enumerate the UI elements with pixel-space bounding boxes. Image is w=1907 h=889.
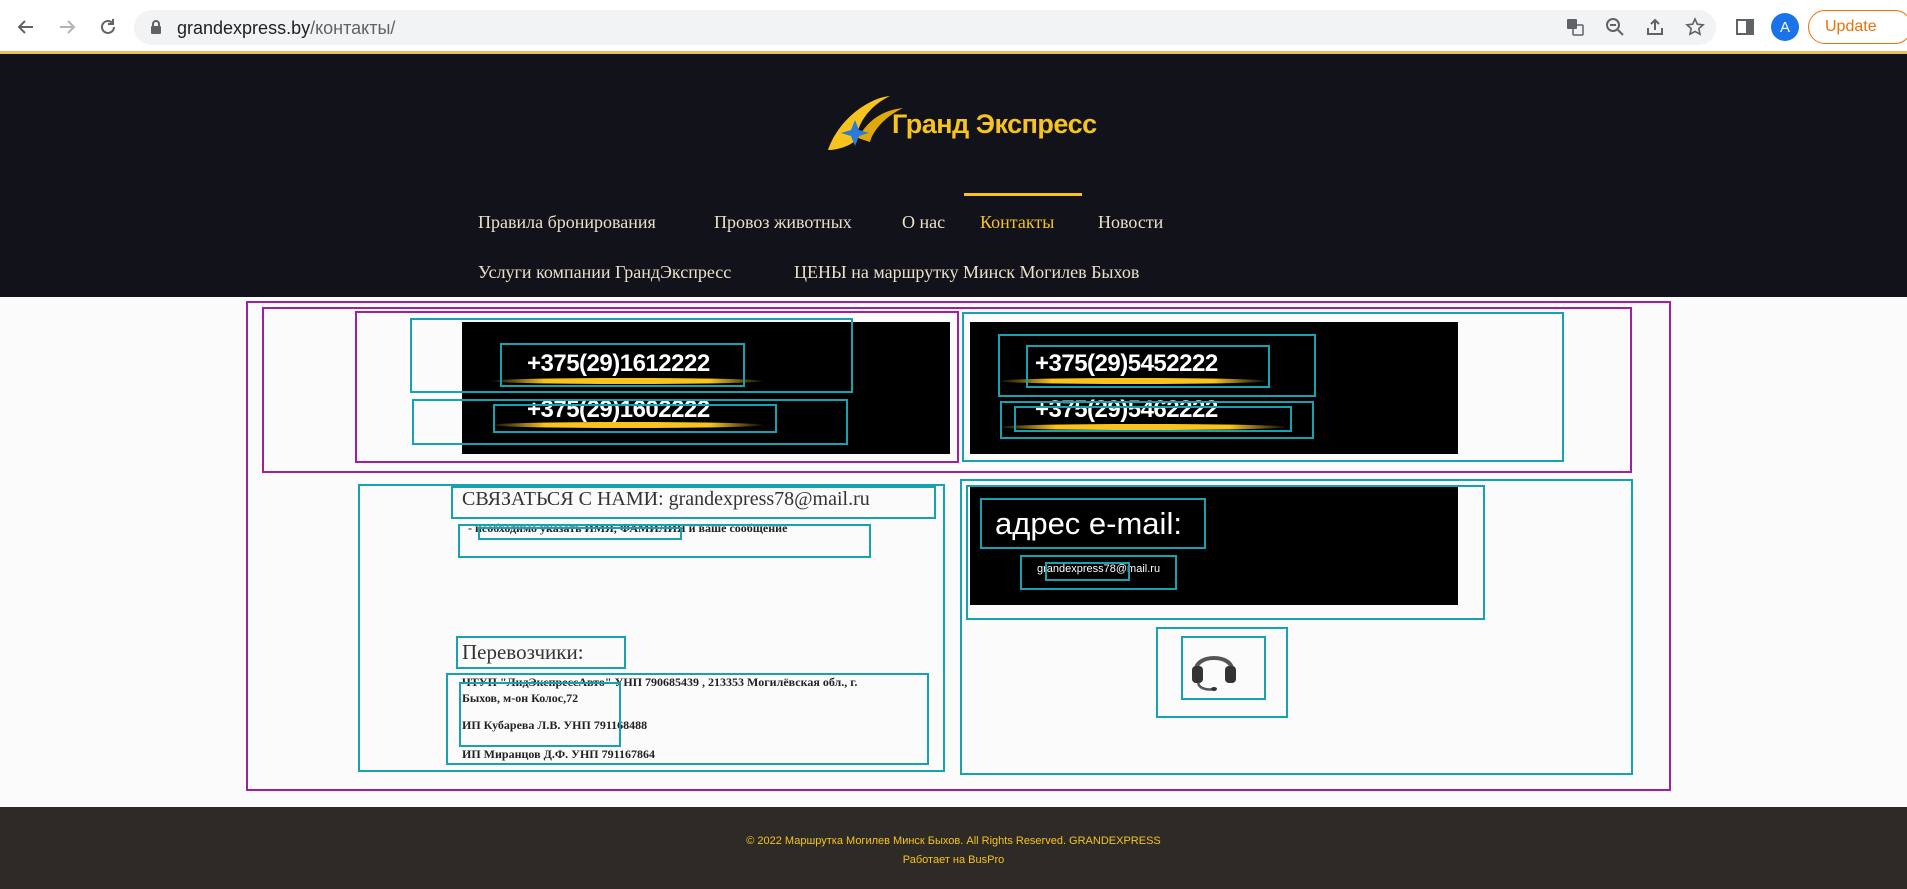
lock-icon[interactable] [150,20,162,40]
nav-item-about[interactable]: О нас [902,212,945,233]
active-menu-indicator [964,193,1082,196]
email-title-outline [980,498,1206,549]
update-button[interactable]: Update [1808,10,1907,44]
logo-text[interactable]: Гранд Экспресс [892,109,1097,140]
bookmark-star-icon[interactable] [1682,14,1708,40]
nav-item-services[interactable]: Услуги компании ГрандЭкспресс [478,262,731,283]
url-text[interactable]: grandexpress.by/контакты/ [177,18,395,39]
phone-outline [1014,406,1292,432]
reload-icon[interactable] [92,11,124,43]
footer-copyright: © 2022 Маршрутка Могилев Минск Быхов. Al… [746,835,1161,847]
forward-icon[interactable] [51,11,83,43]
side-panel-icon[interactable] [1732,14,1758,40]
browser-toolbar: grandexpress.by/контакты/ A Update [0,0,1907,54]
translate-icon[interactable] [1562,14,1588,40]
phone-outline [500,343,745,387]
phone-outline [493,404,777,433]
url-path: /контакты/ [310,18,396,38]
email-address-outline [1045,562,1130,581]
share-icon[interactable] [1642,14,1668,40]
nav-item-news[interactable]: Новости [1098,212,1163,233]
back-icon[interactable] [10,11,42,43]
url-domain: grandexpress.by [177,18,311,38]
site-footer [0,807,1907,889]
zoom-out-icon[interactable] [1602,14,1628,40]
contact-note-outline [478,527,682,540]
headset-icon [1192,656,1236,691]
nav-item-contacts[interactable]: Контакты [980,212,1054,233]
carriers-outline [459,682,621,747]
footer-powered-by[interactable]: Работает на BusPro [0,854,1907,866]
profile-avatar[interactable]: A [1771,13,1799,41]
carriers-title-outline [456,636,626,669]
contact-heading-outline [451,486,936,519]
nav-item-booking-rules[interactable]: Правила бронирования [478,212,656,233]
nav-item-prices[interactable]: ЦЕНЫ на маршрутку Минск Могилев Быхов [794,262,1139,283]
nav-item-pets[interactable]: Провоз животных [714,212,852,233]
phone-outline [1026,345,1270,388]
